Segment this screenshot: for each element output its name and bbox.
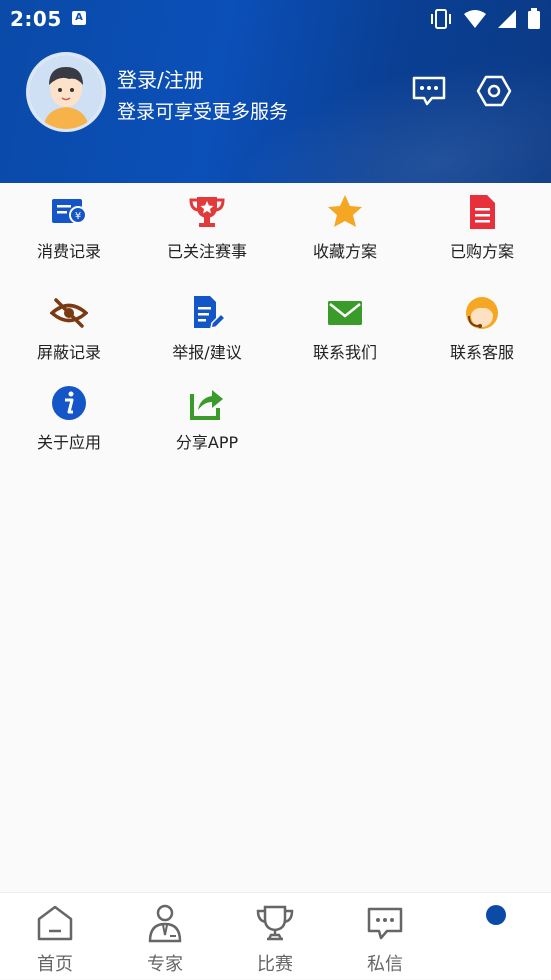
document-icon (470, 195, 495, 229)
menu-item-label: 联系我们 (312, 343, 377, 362)
tab-home[interactable]: 首页 (0, 893, 110, 980)
tab-label: 比赛 (257, 954, 293, 975)
status-time: 2:05 (10, 7, 62, 31)
info-icon (52, 386, 86, 420)
menu-item-label: 已关注赛事 (166, 242, 247, 261)
menu-item-blocked-records[interactable]: 屏蔽记录 (0, 284, 138, 374)
share-icon (190, 390, 223, 420)
login-subtitle: 登录可享受更多服务 (117, 101, 289, 123)
tab-expert[interactable]: 专家 (110, 893, 220, 980)
customer-service-icon (466, 297, 498, 329)
vibrate-icon (431, 9, 451, 29)
chat-bubble-icon (412, 76, 446, 106)
tab-messages[interactable]: 私信 (330, 893, 440, 980)
mail-icon (328, 301, 362, 325)
menu-item-label: 举报/建议 (172, 343, 242, 362)
settings-button[interactable] (475, 72, 513, 110)
profile-header: 2:05 A 登录/注册 登录可享受更多服务 (0, 0, 551, 183)
menu-item-about-app[interactable]: 关于应用 (0, 374, 138, 464)
menu-item-favorite-plans[interactable]: 收藏方案 (276, 183, 414, 273)
menu-item-contact-us[interactable]: 联系我们 (276, 284, 414, 374)
menu-item-purchased-plans[interactable]: 已购方案 (413, 183, 551, 273)
menu-item-share-app[interactable]: 分享APP (138, 374, 276, 464)
login-register-link[interactable]: 登录/注册 (117, 64, 204, 93)
menu-item-label: 收藏方案 (312, 242, 377, 261)
expert-icon (148, 904, 182, 943)
tab-label: 私信 (367, 954, 403, 975)
menu-item-report-suggestion[interactable]: 举报/建议 (138, 284, 276, 374)
settings-hexagon-icon (476, 75, 512, 107)
tab-label: 首页 (37, 954, 73, 975)
svg-text:¥: ¥ (75, 211, 81, 222)
eye-off-icon (50, 298, 88, 328)
menu-item-label: 消费记录 (36, 242, 101, 261)
tab-label: 专家 (147, 954, 183, 975)
profile-dot-icon (486, 905, 506, 925)
menu-item-consumption-records[interactable]: ¥ 消费记录 (0, 183, 138, 273)
menu-item-label: 联系客服 (449, 343, 514, 362)
menu-item-customer-service[interactable]: 联系客服 (413, 284, 551, 374)
receipt-yuan-icon: ¥ (52, 199, 87, 224)
document-edit-icon (194, 296, 226, 329)
menu-item-label: 已购方案 (449, 242, 514, 261)
star-icon (328, 195, 362, 227)
home-icon (37, 905, 73, 941)
status-bar: 2:05 A (0, 0, 551, 38)
trophy-icon (256, 905, 294, 941)
menu-item-label: 屏蔽记录 (36, 343, 101, 362)
menu-item-followed-matches[interactable]: 已关注赛事 (138, 183, 276, 273)
battery-icon (528, 8, 540, 29)
menu-item-label: 关于应用 (36, 433, 101, 452)
avatar[interactable] (26, 52, 106, 132)
messages-button[interactable] (410, 72, 448, 110)
signal-icon (498, 10, 516, 28)
bottom-tab-bar: 首页 专家 比赛 私信 (0, 892, 551, 979)
trophy-star-icon (189, 197, 225, 227)
message-icon (367, 907, 403, 940)
menu-item-label: 分享APP (175, 433, 239, 452)
wifi-icon (464, 10, 486, 28)
tab-match[interactable]: 比赛 (220, 893, 330, 980)
status-app-badge: A (72, 11, 86, 25)
